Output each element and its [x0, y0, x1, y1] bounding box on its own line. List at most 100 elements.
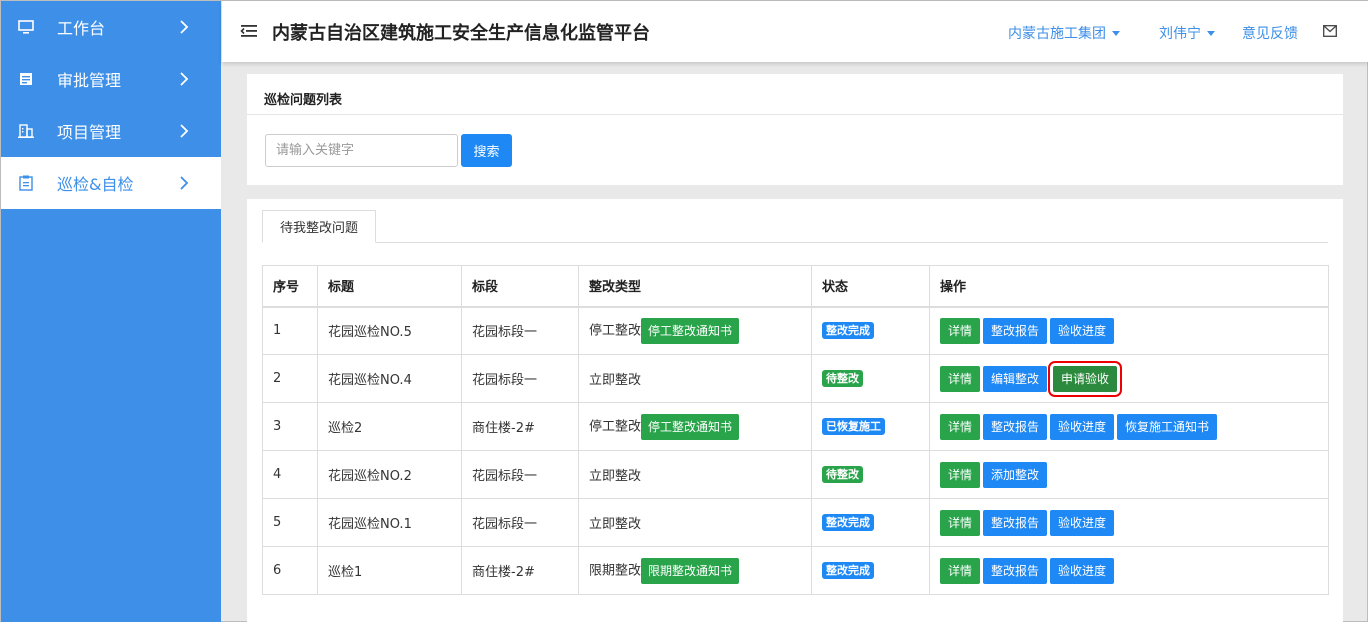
deadline-notice-button[interactable]: 限期整改通知书 [641, 557, 740, 584]
search-input[interactable] [265, 134, 458, 167]
type-label: 停工整改 [589, 419, 642, 434]
cell-actions: 详情 整改报告 验收进度 [929, 498, 1329, 547]
sidebar: 工作台 审批管理 项目管理 巡检&自检 [1, 1, 221, 622]
chevron-right-icon [180, 20, 189, 34]
acceptance-progress-button[interactable]: 验收进度 [1050, 557, 1115, 584]
acceptance-progress-button[interactable]: 验收进度 [1050, 317, 1115, 344]
cell-section: 花园标段一 [461, 354, 579, 403]
table-row: 6 巡检1 商住楼-2# 限期整改 限期整改通知书 整改完成 详情 整改报告 验收进度 [262, 546, 1329, 595]
document-stack-icon [17, 70, 35, 88]
cell-type: 停工整改 停工整改通知书 [578, 306, 812, 355]
acceptance-progress-button[interactable]: 验收进度 [1050, 413, 1115, 440]
acceptance-progress-button[interactable]: 验收进度 [1050, 509, 1115, 536]
status-badge: 已恢复施工 [822, 418, 885, 435]
caret-down-icon [1207, 30, 1215, 36]
mail-icon[interactable] [1323, 25, 1337, 37]
edit-rectification-button[interactable]: 编辑整改 [983, 365, 1048, 392]
search-panel: 巡检问题列表 搜索 [247, 74, 1343, 185]
top-header: 内蒙古自治区建筑施工安全生产信息化监管平台 内蒙古施工集团 刘伟宁 意见反馈 [222, 1, 1368, 62]
cell-status: 整改完成 [811, 306, 930, 355]
sidebar-item-projects[interactable]: 项目管理 [1, 105, 221, 157]
cell-title: 巡检2 [317, 402, 462, 451]
details-button[interactable]: 详情 [940, 509, 981, 536]
cell-no: 6 [262, 546, 318, 595]
details-button[interactable]: 详情 [940, 317, 981, 344]
stop-work-notice-button[interactable]: 停工整改通知书 [641, 413, 740, 440]
divider [247, 114, 1343, 115]
rectification-report-button[interactable]: 整改报告 [983, 509, 1048, 536]
feedback-link[interactable]: 意见反馈 [1242, 23, 1298, 43]
cell-title: 花园巡检NO.1 [317, 498, 462, 547]
cell-section: 花园标段一 [461, 306, 579, 355]
cell-status: 待整改 [811, 450, 930, 499]
type-label: 立即整改 [589, 517, 642, 532]
sidebar-item-label: 项目管理 [57, 123, 122, 142]
org-dropdown-label: 内蒙古施工集团 [1008, 26, 1106, 42]
sidebar-item-label: 巡检&自检 [57, 175, 134, 194]
type-label: 立即整改 [589, 373, 642, 388]
type-label: 停工整改 [589, 323, 642, 339]
status-badge: 待整改 [822, 466, 863, 483]
sidebar-item-workbench[interactable]: 工作台 [1, 1, 221, 53]
menu-collapse-icon[interactable] [240, 22, 258, 40]
cell-type: 停工整改 停工整改通知书 [578, 402, 812, 451]
column-header-title: 标题 [317, 265, 462, 308]
cell-type: 立即整改 [578, 354, 812, 403]
status-badge: 整改完成 [822, 514, 874, 531]
org-dropdown[interactable]: 内蒙古施工集团 [1008, 23, 1120, 43]
column-header-no: 序号 [262, 265, 318, 308]
chevron-right-icon [180, 72, 189, 86]
details-button[interactable]: 详情 [940, 365, 981, 392]
details-button[interactable]: 详情 [940, 461, 981, 488]
sidebar-item-label: 审批管理 [57, 71, 122, 90]
column-header-status: 状态 [811, 265, 930, 308]
column-header-section: 标段 [461, 265, 579, 308]
resume-work-notice-button[interactable]: 恢复施工通知书 [1117, 413, 1218, 440]
cell-status: 整改完成 [811, 498, 930, 547]
user-dropdown[interactable]: 刘伟宁 [1159, 23, 1215, 43]
rectification-report-button[interactable]: 整改报告 [983, 317, 1048, 344]
table-row: 3 巡检2 商住楼-2# 停工整改 停工整改通知书 已恢复施工 详情 整改报告 验收进… [262, 402, 1329, 451]
table-row: 2 花园巡检NO.4 花园标段一 立即整改 待整改 详情 编辑整改 申请验收 [262, 354, 1329, 403]
cell-actions: 详情 整改报告 验收进度 [929, 546, 1329, 595]
sidebar-item-approval[interactable]: 审批管理 [1, 53, 221, 105]
issues-table: 序号 标题 标段 整改类型 状态 操作 1 花园巡检NO.5 花园标段一 停工整… [262, 265, 1329, 595]
cell-status: 待整改 [811, 354, 930, 403]
rectification-report-button[interactable]: 整改报告 [983, 557, 1048, 584]
type-label: 立即整改 [589, 469, 642, 484]
chevron-right-icon [180, 124, 189, 138]
building-icon [17, 122, 35, 140]
cell-no: 2 [262, 354, 318, 403]
cell-actions: 详情 添加整改 [929, 450, 1329, 499]
sidebar-item-inspection[interactable]: 巡检&自检 [1, 157, 221, 209]
cell-no: 1 [262, 306, 318, 355]
column-header-actions: 操作 [929, 265, 1329, 308]
clipboard-icon [17, 174, 35, 192]
add-rectification-button[interactable]: 添加整改 [983, 461, 1048, 488]
details-button[interactable]: 详情 [940, 557, 981, 584]
table-row: 1 花园巡检NO.5 花园标段一 停工整改 停工整改通知书 整改完成 详情 整改报告… [262, 306, 1329, 355]
table-row: 4 花园巡检NO.2 花园标段一 立即整改 待整改 详情 添加整改 [262, 450, 1329, 499]
tab-pending-issues[interactable]: 待我整改问题 [262, 210, 376, 243]
stop-work-notice-button[interactable]: 停工整改通知书 [641, 317, 740, 344]
cell-section: 花园标段一 [461, 498, 579, 547]
apply-acceptance-button[interactable]: 申请验收 [1048, 360, 1123, 397]
status-badge: 整改完成 [822, 322, 874, 340]
search-button[interactable]: 搜索 [461, 134, 512, 167]
cell-section: 商住楼-2# [461, 402, 579, 451]
rectification-report-button[interactable]: 整改报告 [983, 413, 1048, 440]
status-badge: 整改完成 [822, 562, 874, 579]
list-panel: 待我整改问题 序号 标题 标段 整改类型 状态 操作 1 花园巡检NO.5 花园… [247, 199, 1343, 622]
tab-divider [262, 242, 1328, 243]
monitor-icon [17, 18, 35, 36]
cell-no: 4 [262, 450, 318, 499]
cell-status: 整改完成 [811, 546, 930, 595]
caret-down-icon [1112, 30, 1120, 36]
column-header-type: 整改类型 [578, 265, 812, 308]
cell-title: 巡检1 [317, 546, 462, 595]
cell-status: 已恢复施工 [811, 402, 930, 451]
user-dropdown-label: 刘伟宁 [1159, 26, 1201, 42]
details-button[interactable]: 详情 [940, 413, 981, 440]
cell-actions: 详情 整改报告 验收进度 [929, 306, 1329, 355]
status-badge: 待整改 [822, 370, 863, 387]
